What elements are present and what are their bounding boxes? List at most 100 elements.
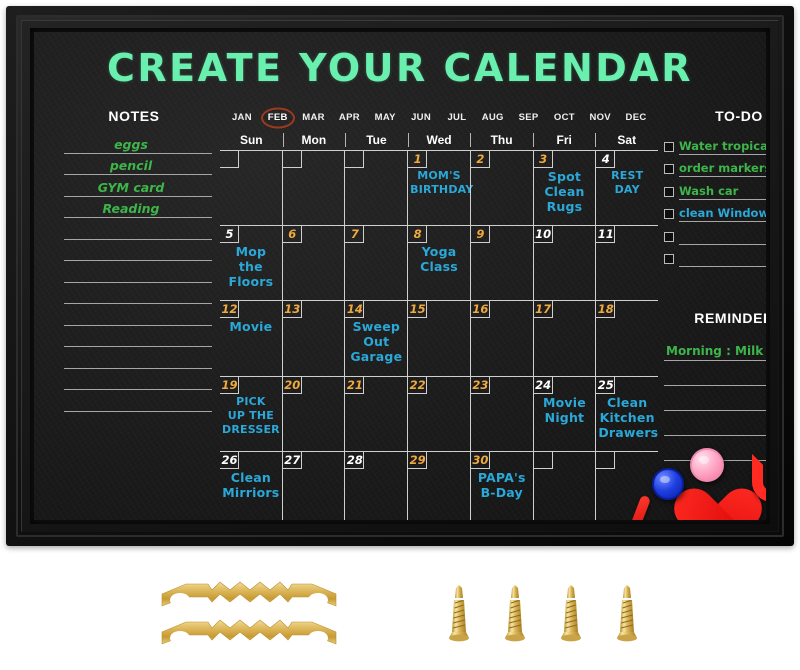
note-line-row[interactable]: [54, 283, 214, 304]
month-option-sep[interactable]: SEP: [511, 108, 547, 128]
note-line-row[interactable]: [54, 261, 214, 283]
month-selector[interactable]: JAN FEB MAR APR MAY JUN JUL AUG SEP OCT NOV DEC: [224, 108, 654, 128]
note-line-row[interactable]: [54, 347, 214, 369]
calendar-day-cell[interactable]: 22: [407, 376, 470, 451]
calendar-day-cell[interactable]: 15: [407, 301, 470, 376]
calendar-day-cell[interactable]: 14 Sweep Out Garage: [344, 301, 407, 376]
note-line-row[interactable]: [54, 218, 214, 240]
todo-item[interactable]: clean Windows: [664, 200, 766, 222]
calendar-day-cell[interactable]: 20: [281, 376, 345, 451]
calendar-day-cell[interactable]: 21: [344, 376, 407, 451]
month-option-jan[interactable]: JAN: [224, 108, 260, 128]
note-line-row[interactable]: GYM card: [54, 175, 214, 197]
calendar-day-cell[interactable]: 13: [281, 301, 345, 376]
month-option-apr[interactable]: APR: [331, 108, 367, 128]
calendar-event-text[interactable]: REST DAY: [598, 169, 656, 197]
brass-screw-icon: [615, 584, 639, 646]
calendar-event-text[interactable]: Sweep Out Garage: [347, 319, 405, 364]
month-option-oct[interactable]: OCT: [546, 108, 582, 128]
reminder-row[interactable]: [664, 361, 766, 386]
todo-item[interactable]: [664, 245, 766, 267]
month-option-may[interactable]: MAY: [367, 108, 403, 128]
note-line-row[interactable]: [54, 369, 214, 390]
calendar-day-cell[interactable]: 8 Yoga Class: [407, 226, 470, 301]
calendar-day-cell[interactable]: 5 Mop the Floors: [220, 226, 282, 300]
calendar-day-cell[interactable]: 7: [344, 226, 407, 301]
todo-checkbox[interactable]: [664, 141, 674, 152]
reminder-row[interactable]: [664, 411, 766, 436]
date-number: 27: [284, 452, 301, 467]
todo-item[interactable]: Wash car: [664, 177, 766, 200]
calendar-day-cell[interactable]: 3 Spot Clean Rugs: [532, 151, 596, 226]
note-line-row[interactable]: pencil: [54, 154, 214, 175]
calendar-week-row: 19 PICK UP THE DRESSER 20 21 22 23 24 Movie Night 2…: [220, 376, 658, 452]
note-line-row[interactable]: [54, 304, 214, 326]
calendar-day-cell[interactable]: 1 MOM'S BIRTHDAY: [407, 151, 473, 226]
calendar-day-cell[interactable]: 10: [532, 226, 596, 301]
date-number-box: [220, 151, 239, 168]
reminder-row[interactable]: [664, 386, 766, 411]
calendar-event-text[interactable]: Clean Kitchen Drawers: [598, 395, 658, 440]
calendar-day-cell[interactable]: 16: [469, 301, 533, 376]
calendar-day-cell[interactable]: 6: [281, 226, 345, 301]
todo-checkbox[interactable]: [664, 231, 674, 242]
calendar-day-cell[interactable]: 29: [407, 451, 470, 520]
month-option-jun[interactable]: JUN: [403, 108, 439, 128]
todo-item[interactable]: Water tropical plants: [664, 132, 766, 155]
calendar-event-text[interactable]: PICK UP THE DRESSER: [222, 395, 280, 437]
calendar-day-cell[interactable]: 2: [469, 151, 533, 226]
calendar-day-cell[interactable]: 12 Movie: [220, 301, 282, 375]
calendar-day-cell[interactable]: 4 REST DAY: [595, 151, 658, 226]
note-line-row[interactable]: [54, 326, 214, 347]
todo-checkbox[interactable]: [664, 164, 674, 174]
calendar-day-cell[interactable]: 24 Movie Night: [532, 376, 596, 451]
todo-checkbox[interactable]: [664, 209, 674, 219]
note-line-row[interactable]: [54, 240, 214, 261]
calendar-event-text[interactable]: Mop the Floors: [222, 244, 280, 289]
calendar-day-cell[interactable]: 9: [469, 226, 533, 301]
calendar-event-text[interactable]: PAPA's B-Day: [473, 470, 531, 500]
month-option-dec[interactable]: DEC: [618, 108, 654, 128]
calendar-event-text[interactable]: Clean Mirriors: [222, 470, 280, 500]
weekday-header-sun: Sun: [239, 133, 263, 147]
calendar-day-cell[interactable]: 17: [532, 301, 596, 376]
calendar-event-text[interactable]: Spot Clean Rugs: [536, 169, 594, 214]
todo-item[interactable]: [664, 222, 766, 245]
todo-checkbox[interactable]: [664, 254, 674, 264]
todo-item[interactable]: order markers: [664, 155, 766, 177]
note-line-row[interactable]: Reading: [54, 197, 214, 218]
page-title: CREATE YOUR CALENDAR: [107, 46, 693, 90]
calendar-event-text[interactable]: Movie Night: [536, 395, 594, 425]
month-option-aug[interactable]: AUG: [475, 108, 511, 128]
date-number: 21: [346, 377, 363, 392]
notes-panel: NOTES eggs pencil GYM card Reading: [54, 108, 214, 412]
calendar-day-cell[interactable]: 19 PICK UP THE DRESSER: [220, 376, 282, 451]
calendar-day-cell[interactable]: 23: [469, 376, 533, 451]
pink-round-magnet-icon: [690, 448, 724, 482]
sawtooth-hanger-icon: [160, 618, 338, 656]
calendar-day-cell[interactable]: 26 Clean Mirriors: [220, 451, 282, 520]
reminder-row[interactable]: Morning : Milk: [664, 336, 766, 361]
note-line-row[interactable]: eggs: [54, 132, 214, 154]
calendar-day-cell[interactable]: 27: [281, 451, 345, 520]
month-option-mar[interactable]: MAR: [296, 108, 332, 128]
notes-line-list: eggs pencil GYM card Reading: [54, 132, 214, 412]
calendar-day-cell[interactable]: 11: [595, 226, 658, 301]
todo-checkbox[interactable]: [664, 186, 674, 197]
calendar-day-cell[interactable]: [532, 451, 596, 520]
calendar-day-cell[interactable]: 30 PAPA's B-Day: [469, 451, 533, 520]
calendar-event-text[interactable]: Movie: [222, 319, 280, 334]
todo-rule-line: [679, 266, 766, 267]
calendar-day-cell[interactable]: [281, 151, 345, 226]
month-option-feb[interactable]: FEB: [260, 108, 296, 128]
calendar-day-cell[interactable]: [220, 151, 282, 225]
calendar-event-text[interactable]: MOM'S BIRTHDAY: [410, 169, 473, 197]
weekday-header-sat: Sat: [595, 130, 658, 150]
calendar-event-text[interactable]: Yoga Class: [410, 244, 468, 274]
calendar-day-cell[interactable]: 18: [595, 301, 658, 376]
note-line-row[interactable]: [54, 390, 214, 412]
calendar-day-cell[interactable]: [344, 151, 407, 226]
month-option-jul[interactable]: JUL: [439, 108, 475, 128]
month-option-nov[interactable]: NOV: [582, 108, 618, 128]
calendar-day-cell[interactable]: 28: [344, 451, 407, 520]
